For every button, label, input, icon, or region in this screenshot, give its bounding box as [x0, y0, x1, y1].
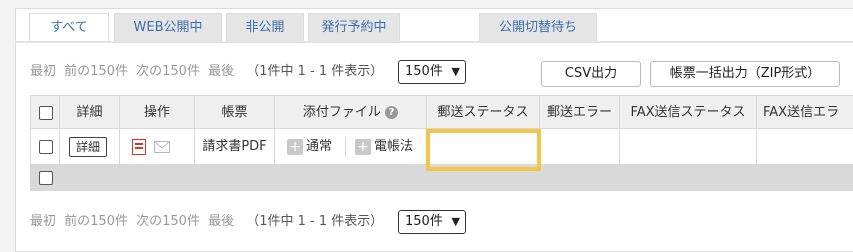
newrow-cell [620, 165, 757, 191]
pager-count: （1件中 1 - 1 件表示） [246, 214, 384, 229]
row-mail-error-cell [540, 129, 620, 165]
newrow-checkbox[interactable] [39, 171, 53, 185]
tab-web-published[interactable]: WEB公開中 [114, 13, 222, 41]
row-fax-error-cell [757, 129, 853, 165]
per-page-select[interactable]: 150件 ▼ [398, 60, 466, 84]
header-mail-error: 郵送エラー [540, 95, 620, 129]
tab-scheduled[interactable]: 発行予約中 [308, 13, 400, 41]
chevron-down-icon: ▼ [451, 215, 460, 228]
newrow-cell [60, 165, 120, 191]
row-detail-cell: 詳細 [60, 129, 120, 165]
detail-button[interactable]: 詳細 [69, 137, 107, 157]
newrow-cell [120, 165, 195, 191]
mail-icon[interactable] [154, 141, 170, 153]
header-mail-status: 郵送ステータス [427, 95, 540, 129]
question-icon[interactable]: ? [385, 106, 399, 119]
header-fax-error: FAX送信エラ [757, 95, 853, 129]
header-select-all [30, 95, 60, 129]
row-select-cell [30, 129, 60, 165]
newrow-cell [195, 165, 275, 191]
pager-next-link[interactable]: 次の150件 [136, 214, 200, 229]
attach-divider [345, 137, 346, 157]
mail-status-highlight [426, 129, 541, 171]
newrow-cell [540, 165, 620, 191]
row-form-cell: 請求書PDF [195, 129, 275, 165]
pager-last-link[interactable]: 最後 [208, 64, 234, 79]
row-fax-status-cell [620, 129, 757, 165]
attach-normal-label: 通常 [306, 139, 333, 154]
per-page-value: 150件 [405, 64, 443, 79]
chevron-down-icon: ▼ [451, 65, 460, 78]
csv-export-button[interactable]: CSV出力 [541, 61, 641, 87]
header-fax-status: FAX送信ステータス [620, 95, 757, 129]
pager-first-link[interactable]: 最初 [30, 214, 56, 229]
header-action: 操作 [120, 95, 195, 129]
attach-denchou-label: 電帳法 [374, 139, 414, 154]
pager-prev-link[interactable]: 前の150件 [64, 214, 128, 229]
tab-all[interactable]: すべて [29, 13, 109, 41]
row-action-cell [120, 129, 195, 165]
row-checkbox[interactable] [39, 140, 53, 154]
newrow-select-cell [30, 165, 60, 191]
tab-private[interactable]: 非公開 [226, 13, 304, 41]
header-detail: 詳細 [60, 95, 120, 129]
pager-last-link[interactable]: 最後 [208, 214, 234, 229]
attach-denchou-button[interactable]: + 電帳法 [355, 129, 413, 165]
pager-top: 最初 前の150件 次の150件 最後 （1件中 1 - 1 件表示） [30, 58, 383, 86]
plus-icon: + [287, 138, 303, 155]
row-attach-cell: + 通常 + 電帳法 [275, 129, 427, 165]
bulk-export-button[interactable]: 帳票一括出力（ZIP形式） [650, 61, 840, 87]
pager-bottom: 最初 前の150件 次の150件 最後 （1件中 1 - 1 件表示） [30, 208, 383, 236]
newrow-cell [757, 165, 853, 191]
per-page-select-bottom[interactable]: 150件 ▼ [398, 210, 466, 234]
header-attachments: 添付ファイル ? [275, 95, 427, 129]
pager-next-link[interactable]: 次の150件 [136, 64, 200, 79]
pager-first-link[interactable]: 最初 [30, 64, 56, 79]
per-page-value: 150件 [405, 214, 443, 229]
pdf-icon[interactable] [132, 139, 146, 155]
newrow-cell [275, 165, 427, 191]
select-all-checkbox[interactable] [39, 106, 53, 120]
pager-count: （1件中 1 - 1 件表示） [246, 64, 384, 79]
header-form: 帳票 [195, 95, 275, 129]
header-attach-label: 添付ファイル [302, 105, 381, 120]
attach-normal-button[interactable]: + 通常 [287, 129, 332, 165]
plus-icon: + [355, 138, 371, 155]
pager-prev-link[interactable]: 前の150件 [64, 64, 128, 79]
tab-divider [15, 41, 853, 43]
tab-switch-pending[interactable]: 公開切替待ち [479, 13, 597, 41]
